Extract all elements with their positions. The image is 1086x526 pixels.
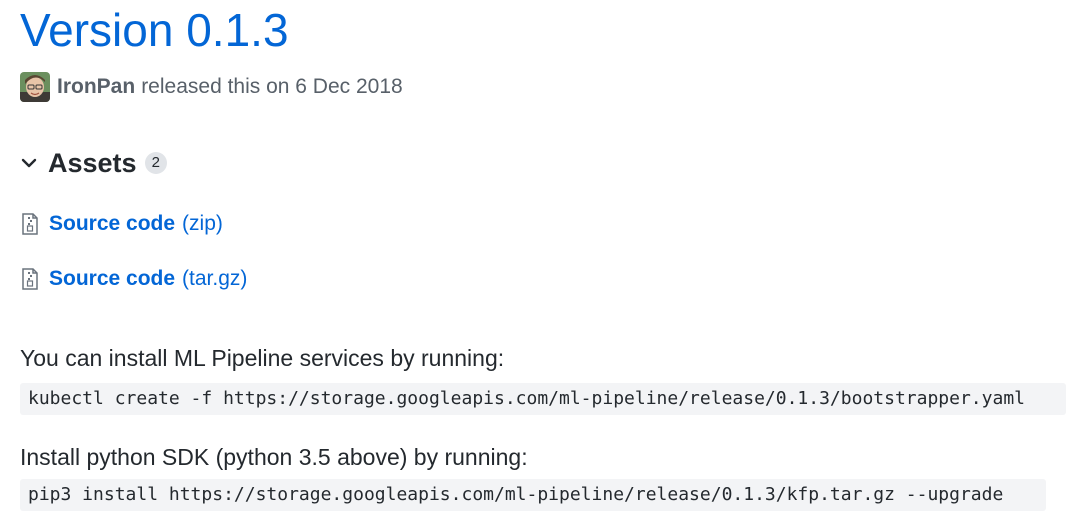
asset-kind-targz[interactable]: (tar.gz) xyxy=(182,267,247,291)
release-title[interactable]: Version 0.1.3 xyxy=(20,2,289,58)
file-zip-icon xyxy=(20,268,40,290)
install-services-text: You can install ML Pipeline services by … xyxy=(20,345,505,371)
install-services-command: kubectl create -f https://storage.google… xyxy=(20,383,1066,415)
asset-item-zip[interactable]: Source code (zip) xyxy=(20,209,223,239)
assets-count-badge: 2 xyxy=(144,152,167,174)
asset-kind-zip[interactable]: (zip) xyxy=(182,212,223,236)
chevron-down-icon xyxy=(20,154,38,172)
author-avatar[interactable] xyxy=(20,72,50,102)
file-zip-icon xyxy=(20,213,40,235)
assets-toggle[interactable]: Assets 2 xyxy=(20,145,167,181)
release-date-text: released this on 6 Dec 2018 xyxy=(141,75,403,98)
install-sdk-text: Install python SDK (python 3.5 above) by… xyxy=(20,444,528,470)
assets-title: Assets xyxy=(48,147,137,178)
release-meta: IronPan released this on 6 Dec 2018 xyxy=(20,72,403,102)
asset-link-zip[interactable]: Source code xyxy=(49,212,175,236)
install-sdk-command: pip3 install https://storage.googleapis.… xyxy=(20,479,1046,511)
author-link[interactable]: IronPan xyxy=(57,75,135,99)
asset-link-targz[interactable]: Source code xyxy=(49,267,175,291)
asset-item-targz[interactable]: Source code (tar.gz) xyxy=(20,264,247,294)
